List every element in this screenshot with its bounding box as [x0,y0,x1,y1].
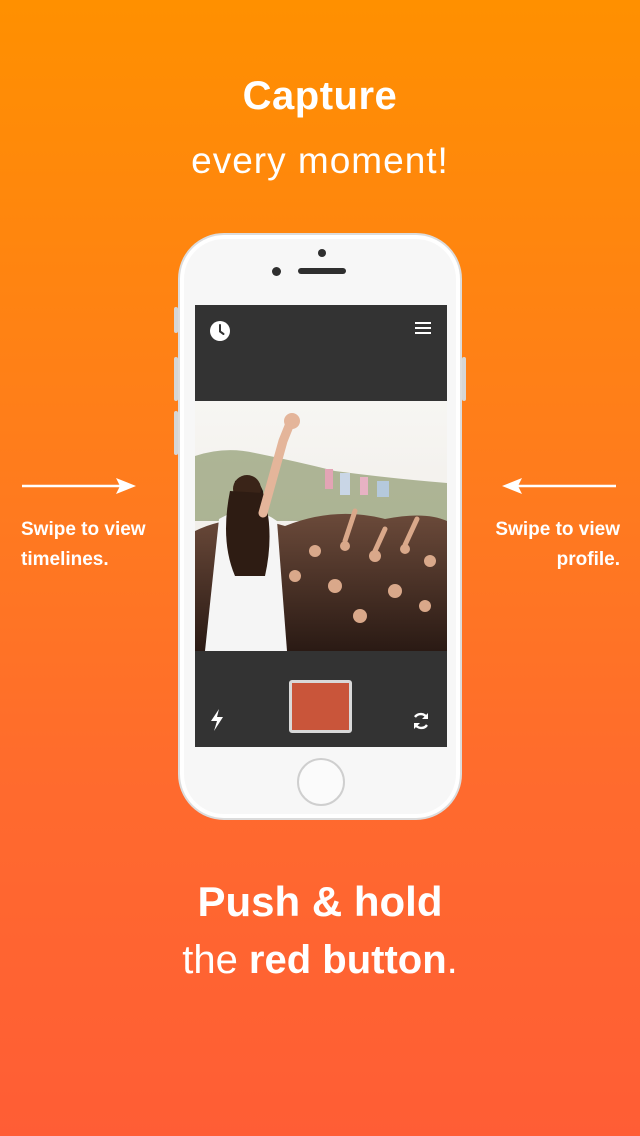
arrow-left-icon [500,473,618,499]
phone-power-button [462,357,466,401]
app-bottom-bar [195,651,447,747]
concert-crowd-photo [195,401,447,651]
clock-icon[interactable] [209,320,231,342]
cta-line-2: the red button. [0,938,640,983]
phone-mockup [174,233,466,820]
swipe-hint-right: Swipe to view profile. [495,515,620,575]
phone-silent-switch [174,307,178,333]
app-screen [195,305,447,747]
record-button[interactable] [289,680,352,733]
phone-volume-down [174,411,178,455]
headline-title: Capture [242,74,398,118]
phone-home-button [297,758,345,806]
cta-line-2-prefix: the [182,938,249,982]
phone-sensor [272,267,281,276]
menu-icon[interactable] [415,321,431,335]
swipe-hint-right-line2: profile. [556,549,620,570]
phone-volume-up [174,357,178,401]
arrow-right-icon [20,473,138,499]
app-top-bar [195,305,447,401]
swipe-hint-left: Swipe to view timelines. [21,515,146,575]
flip-camera-icon[interactable] [411,711,431,731]
cta-line-2-suffix: . [446,938,458,982]
cta-line-2-highlight: red button [248,938,447,982]
swipe-hint-left-line1: Swipe to view [21,519,146,540]
phone-front-camera [318,249,326,257]
swipe-hint-right-line1: Swipe to view [495,519,620,540]
phone-speaker [298,268,346,274]
headline-subtitle: every moment! [191,140,449,181]
swipe-hint-left-line2: timelines. [21,549,109,570]
cta-line-1: Push & hold [197,878,443,925]
flash-icon[interactable] [209,709,225,731]
